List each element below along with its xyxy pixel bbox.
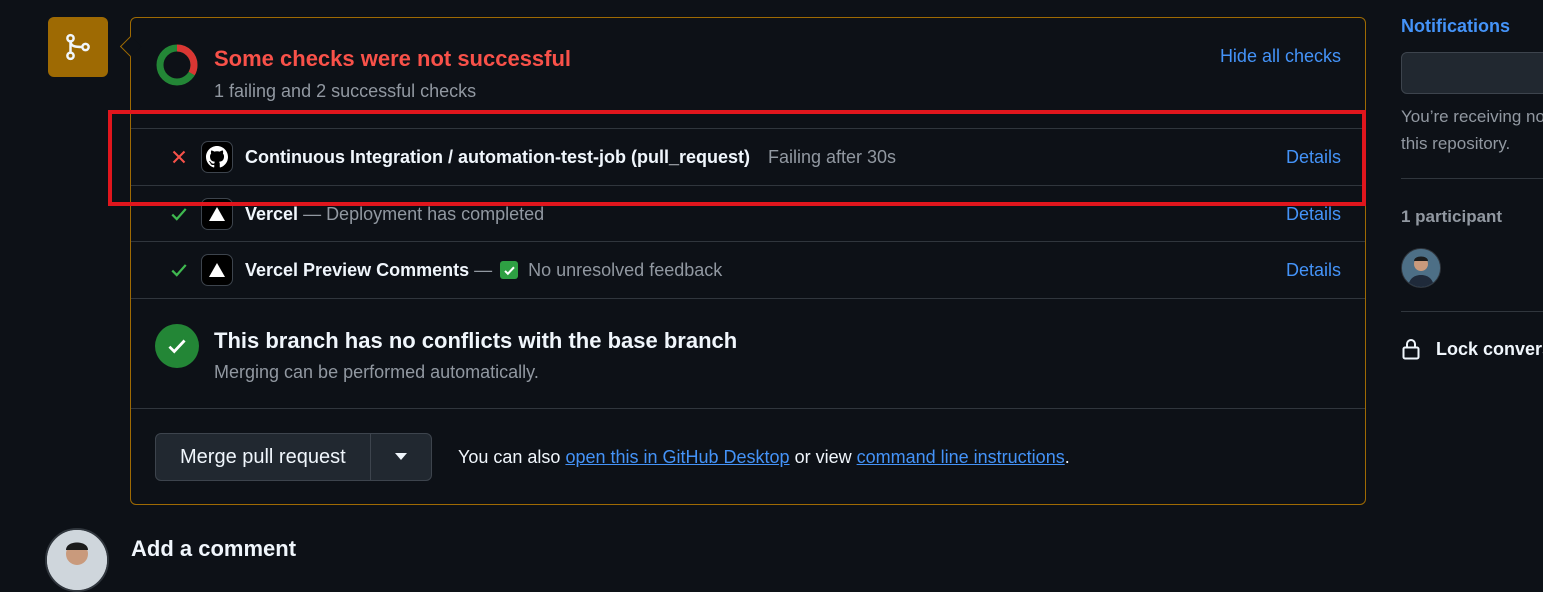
checks-status-title: Some checks were not successful bbox=[214, 46, 572, 71]
check-dash: — bbox=[303, 203, 322, 224]
check-description: Deployment has completed bbox=[326, 203, 545, 224]
vercel-icon bbox=[201, 198, 233, 230]
command-line-instructions-link[interactable]: command line instructions bbox=[857, 447, 1065, 467]
lock-icon bbox=[1402, 339, 1420, 360]
sidebar-divider bbox=[1401, 178, 1543, 179]
github-desktop-link[interactable]: open this in GitHub Desktop bbox=[565, 447, 789, 467]
checks-donut-icon bbox=[156, 44, 198, 86]
checkbox-checked-icon bbox=[500, 261, 519, 279]
merge-button-group: Merge pull request bbox=[155, 433, 432, 481]
check-row-vercel: Vercel — Deployment has completed Detail… bbox=[131, 185, 1365, 242]
participant-avatar[interactable] bbox=[1401, 248, 1441, 288]
conflict-subtitle: Merging can be performed automatically. bbox=[214, 362, 539, 382]
user-avatar bbox=[45, 528, 109, 592]
merge-actions: Merge pull request You can also open thi… bbox=[131, 408, 1365, 504]
notifications-description: You’re receiving no this repository. bbox=[1401, 103, 1543, 157]
check-details-link[interactable]: Details bbox=[1286, 147, 1341, 168]
conflict-title: This branch has no conflicts with the ba… bbox=[214, 328, 738, 353]
check-details-link[interactable]: Details bbox=[1286, 260, 1341, 281]
notifications-subscribe-button[interactable] bbox=[1401, 52, 1543, 94]
participants-heading: 1 participant bbox=[1401, 207, 1503, 226]
merge-pull-request-button[interactable]: Merge pull request bbox=[156, 434, 371, 480]
check-icon bbox=[167, 261, 191, 279]
merge-hint-prefix: You can also bbox=[458, 447, 561, 467]
checks-status-header: Some checks were not successful 1 failin… bbox=[131, 18, 1365, 128]
checks-status-summary: 1 failing and 2 successful checks bbox=[214, 81, 477, 101]
check-name: Vercel Preview Comments bbox=[245, 259, 470, 280]
merge-hint-suffix: . bbox=[1064, 447, 1070, 467]
github-icon bbox=[201, 141, 233, 173]
merge-method-dropdown[interactable] bbox=[371, 434, 431, 480]
notifications-text-line2: this repository. bbox=[1401, 134, 1511, 153]
notifications-text-line1: You’re receiving no bbox=[1401, 107, 1543, 126]
lock-conversation-button[interactable]: Lock conversation bbox=[1401, 338, 1543, 360]
caret-down-icon bbox=[394, 453, 407, 460]
check-row-ci: Continuous Integration / automation-test… bbox=[131, 128, 1365, 185]
check-circle-icon bbox=[155, 324, 199, 368]
check-dash: — bbox=[474, 259, 493, 280]
vercel-icon bbox=[201, 254, 233, 286]
right-sidebar: Notifications You’re receiving no this r… bbox=[1401, 0, 1543, 550]
check-description: No unresolved feedback bbox=[528, 259, 723, 280]
check-description: Failing after 30s bbox=[767, 146, 897, 167]
check-icon bbox=[167, 205, 191, 223]
lock-conversation-label: Lock conversation bbox=[1436, 338, 1543, 359]
x-icon bbox=[167, 149, 191, 165]
merge-hint-middle: or view bbox=[794, 447, 852, 467]
merge-box: Some checks were not successful 1 failin… bbox=[130, 17, 1366, 505]
check-name: Vercel bbox=[245, 203, 299, 224]
check-details-link[interactable]: Details bbox=[1286, 204, 1341, 225]
hide-all-checks-link[interactable]: Hide all checks bbox=[1220, 46, 1341, 67]
sidebar-divider bbox=[1401, 311, 1543, 312]
check-row-vercel-preview-comments: Vercel Preview Comments — No unresolved … bbox=[131, 241, 1365, 298]
merge-hint: You can also open this in GitHub Desktop… bbox=[458, 447, 1070, 468]
notifications-heading[interactable]: Notifications bbox=[1401, 16, 1510, 37]
git-merge-icon bbox=[48, 17, 108, 77]
check-name: Continuous Integration / automation-test… bbox=[245, 146, 750, 167]
add-comment-heading: Add a comment bbox=[131, 536, 297, 561]
conflict-status: This branch has no conflicts with the ba… bbox=[131, 298, 1365, 409]
